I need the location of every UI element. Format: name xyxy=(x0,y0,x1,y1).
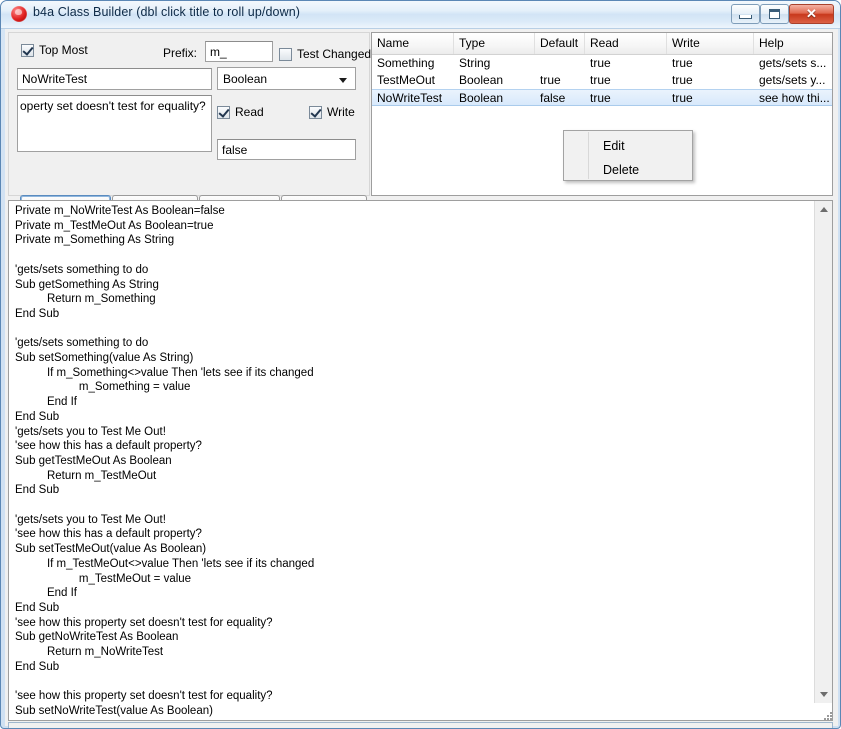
grid-cell-default: false xyxy=(540,91,566,105)
app-logo-icon xyxy=(11,6,27,22)
grid-cell-type: Boolean xyxy=(459,73,504,87)
grid-column-header-write[interactable]: Write xyxy=(667,33,754,54)
grid-cell-write: true xyxy=(672,56,693,70)
checkbox-check-icon xyxy=(217,105,230,119)
horizontal-scrollbar[interactable] xyxy=(8,722,833,728)
grid-cell-type: String xyxy=(459,56,491,70)
top-most-checkbox[interactable]: Top Most xyxy=(21,43,88,57)
grid-cell-write: true xyxy=(672,91,693,105)
grid-cell-type: Boolean xyxy=(459,91,504,105)
write-checkbox[interactable]: Write xyxy=(309,105,355,119)
grid-cell-read: true xyxy=(590,56,611,70)
property-type-value: Boolean xyxy=(223,72,268,86)
property-editor-panel: Top Most Prefix: m_ Test Changed NoWrite… xyxy=(8,32,371,222)
scroll-left-button[interactable] xyxy=(9,723,26,728)
client-area: Top Most Prefix: m_ Test Changed NoWrite… xyxy=(5,29,838,728)
window-title: b4a Class Builder (dbl click title to ro… xyxy=(33,5,301,19)
generated-code-panel[interactable]: Private m_NoWriteTest As Boolean=false P… xyxy=(8,200,833,721)
grid-cell-help: see how thi... xyxy=(759,91,830,105)
grid-header-row: Name Type Default Read Write Help xyxy=(372,33,832,55)
maximize-icon xyxy=(761,5,788,23)
minimize-button[interactable] xyxy=(731,4,760,24)
checkbox-empty-icon xyxy=(279,47,292,61)
table-row[interactable]: TestMeOut Boolean true true true gets/sets y.… xyxy=(372,72,832,89)
grid-column-header-name[interactable]: Name xyxy=(372,33,454,54)
title-bar[interactable]: b4a Class Builder (dbl click title to ro… xyxy=(1,1,840,29)
grip-dot xyxy=(830,715,832,717)
grid-body: Something String true true gets/sets s... Tes… xyxy=(372,55,832,106)
generated-code-text: Private m_NoWriteTest As Boolean=false P… xyxy=(15,205,315,720)
grid-cell-read: true xyxy=(590,73,611,87)
grip-dot xyxy=(827,718,829,720)
grip-dot xyxy=(830,718,832,720)
grip-dot xyxy=(827,715,829,717)
grid-cell-help: gets/sets y... xyxy=(759,73,826,87)
write-label: Write xyxy=(327,105,355,119)
grid-cell-name: Something xyxy=(377,56,435,70)
read-checkbox[interactable]: Read xyxy=(217,105,264,119)
grid-column-header-read[interactable]: Read xyxy=(585,33,667,54)
chevron-down-icon xyxy=(339,78,347,83)
property-name-input[interactable]: NoWriteTest xyxy=(17,68,212,90)
grip-dot xyxy=(830,712,832,714)
grip-dot xyxy=(824,718,826,720)
app-window: b4a Class Builder (dbl click title to ro… xyxy=(0,0,841,729)
caret-down-icon xyxy=(819,692,828,697)
close-icon: ✕ xyxy=(806,6,817,21)
grid-cell-read: true xyxy=(590,91,611,105)
scroll-up-button[interactable] xyxy=(815,201,832,218)
context-menu-item-delete[interactable]: Delete xyxy=(565,157,691,182)
grid-column-header-type[interactable]: Type xyxy=(454,33,535,54)
table-row[interactable]: NoWriteTest Boolean false true true see how t… xyxy=(372,89,832,106)
prefix-label: Prefix: xyxy=(163,46,198,60)
test-changed-checkbox[interactable]: Test Changed xyxy=(279,47,371,61)
grid-cell-write: true xyxy=(672,73,693,87)
code-vertical-scrollbar[interactable] xyxy=(814,201,832,703)
scroll-right-button[interactable] xyxy=(815,723,832,728)
checkbox-check-icon xyxy=(21,43,34,57)
default-value-input[interactable]: false xyxy=(217,139,356,160)
minimize-icon xyxy=(732,5,759,23)
grid-cell-name: TestMeOut xyxy=(377,73,436,87)
scroll-down-button[interactable] xyxy=(815,686,832,703)
top-most-label: Top Most xyxy=(39,43,88,57)
checkbox-check-icon xyxy=(309,105,322,119)
read-label: Read xyxy=(235,105,264,119)
grid-cell-help: gets/sets s... xyxy=(759,56,827,70)
grid-column-header-default[interactable]: Default xyxy=(535,33,585,54)
context-menu-item-edit[interactable]: Edit xyxy=(565,133,691,158)
caret-up-icon xyxy=(819,207,828,212)
close-button[interactable]: ✕ xyxy=(789,4,834,24)
table-row[interactable]: Something String true true gets/sets s... xyxy=(372,55,832,72)
test-changed-label: Test Changed xyxy=(297,47,372,61)
prefix-input[interactable]: m_ xyxy=(205,41,273,62)
grid-column-header-help[interactable]: Help xyxy=(754,33,832,54)
grid-cell-name: NoWriteTest xyxy=(377,91,443,105)
property-type-select[interactable]: Boolean xyxy=(217,67,356,90)
maximize-button[interactable] xyxy=(760,4,789,24)
row-context-menu[interactable]: Edit Delete xyxy=(563,130,693,181)
property-description-input[interactable]: operty set doesn't test for equality? xyxy=(17,95,212,152)
resize-grip[interactable] xyxy=(822,710,835,723)
grid-cell-default: true xyxy=(540,73,561,87)
